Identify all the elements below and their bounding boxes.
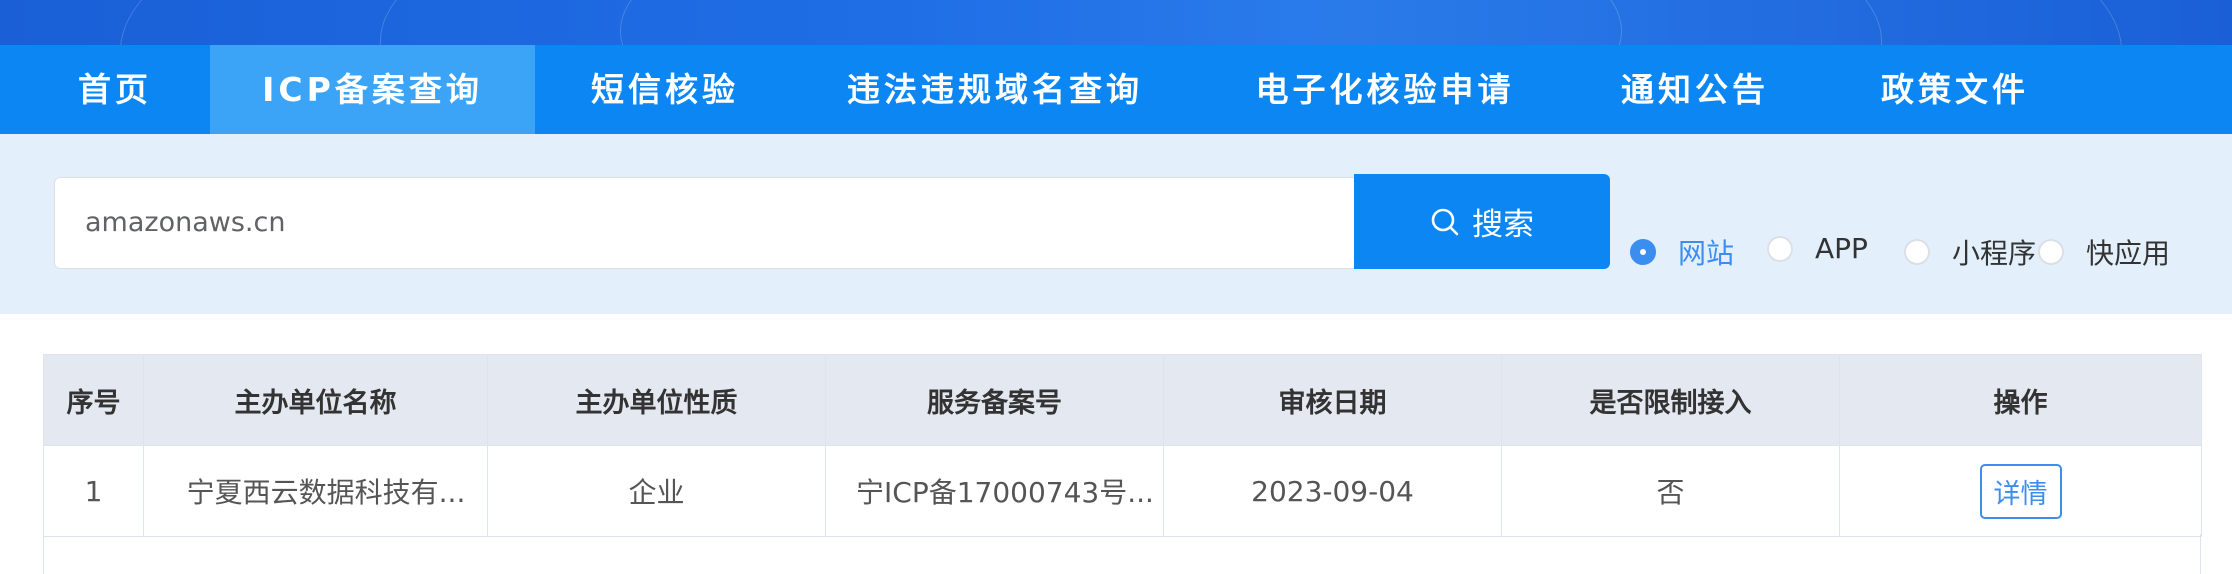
cell-action: 详情 — [1839, 445, 2202, 537]
nav-item-notices[interactable]: 通知公告 — [1610, 45, 1780, 134]
nav-item-icp-query[interactable]: ICP备案查询 — [210, 45, 535, 134]
cell-org-name: 宁夏西云数据科技有... — [143, 445, 488, 537]
cell-org-type: 企业 — [487, 445, 826, 537]
nav-item-illegal-domain[interactable]: 违法违规域名查询 — [835, 45, 1155, 134]
search-button[interactable]: 搜索 — [1354, 174, 1610, 269]
radio-circle — [1630, 239, 1656, 265]
table-continuation — [43, 534, 2201, 574]
top-banner — [0, 0, 2232, 45]
header-action: 操作 — [1839, 354, 2202, 446]
main-nav: 首页 ICP备案查询 短信核验 违法违规域名查询 电子化核验申请 通知公告 政策… — [0, 45, 2232, 134]
radio-circle — [1767, 235, 1793, 262]
header-index: 序号 — [43, 354, 144, 446]
header-license: 服务备案号 — [825, 354, 1164, 446]
search-button-label: 搜索 — [1472, 207, 1534, 243]
table-row: 1 宁夏西云数据科技有... 企业 宁ICP备17000743号... 2023… — [43, 445, 2202, 537]
nav-item-home[interactable]: 首页 — [50, 45, 180, 134]
results-table: 序号 主办单位名称 主办单位性质 服务备案号 审核日期 是否限制接入 操作 1 … — [43, 354, 2202, 537]
radio-label: APP — [1815, 232, 1868, 265]
cell-index: 1 — [43, 445, 144, 537]
radio-app[interactable]: APP — [1767, 232, 1868, 265]
table-header-row: 序号 主办单位名称 主办单位性质 服务备案号 审核日期 是否限制接入 操作 — [43, 354, 2202, 446]
cell-date: 2023-09-04 — [1163, 445, 1502, 537]
nav-item-sms-verify[interactable]: 短信核验 — [570, 45, 760, 134]
radio-label: 小程序 — [1952, 237, 2037, 270]
header-date: 审核日期 — [1163, 354, 1502, 446]
search-box — [54, 177, 1354, 269]
search-icon — [1430, 207, 1460, 237]
search-input[interactable] — [55, 178, 1325, 266]
radio-website[interactable]: 网站 — [1630, 232, 1734, 272]
radio-mini-program[interactable]: 小程序 — [1904, 232, 2036, 272]
radio-circle — [1904, 239, 1930, 265]
radio-quick-app[interactable]: 快应用 — [2038, 232, 2170, 272]
nav-item-e-verify[interactable]: 电子化核验申请 — [1240, 45, 1530, 134]
header-org-type: 主办单位性质 — [487, 354, 826, 446]
radio-circle — [2038, 239, 2064, 265]
cell-restricted: 否 — [1501, 445, 1840, 537]
banner-decoration — [120, 0, 2122, 45]
header-org-name: 主办单位名称 — [143, 354, 488, 446]
radio-label: 快应用 — [2086, 237, 2171, 270]
cell-license: 宁ICP备17000743号... — [825, 445, 1164, 537]
radio-label: 网站 — [1678, 237, 1735, 270]
detail-button[interactable]: 详情 — [1979, 463, 2062, 519]
header-restricted: 是否限制接入 — [1501, 354, 1840, 446]
nav-item-policies[interactable]: 政策文件 — [1870, 45, 2040, 134]
